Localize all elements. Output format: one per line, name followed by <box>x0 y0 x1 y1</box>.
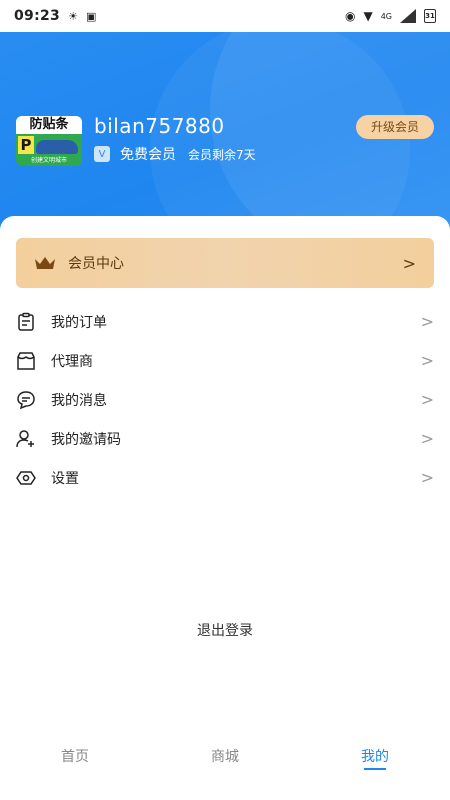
menu-item-label: 我的消息 <box>51 392 107 409</box>
battery-icon: 31 <box>424 9 436 23</box>
status-bar: 09:23 ☀ ▣ ◉ ▼ 4G 31 <box>0 0 450 32</box>
membership-row: V 免费会员 会员剩余7天 <box>94 144 256 164</box>
shop-icon <box>17 351 35 370</box>
tab-mine[interactable]: 我的 <box>300 740 450 800</box>
chevron-right-icon: > <box>420 351 434 370</box>
chevron-right-icon: > <box>420 429 434 448</box>
avatar-title: 防贴条 <box>16 116 82 134</box>
member-badge-icon: V <box>94 146 110 162</box>
network-label: 4G <box>380 11 392 21</box>
menu-item-label: 代理商 <box>51 353 93 370</box>
avatar-parking-letter: P <box>18 136 34 154</box>
crown-icon <box>35 257 55 269</box>
upgrade-membership-button[interactable]: 升级会员 <box>356 115 434 139</box>
avatar[interactable]: 防贴条 P 创建文明城市 <box>16 116 82 166</box>
vip-center-button[interactable]: 会员中心 > <box>16 238 434 288</box>
status-time: 09:23 <box>14 8 61 24</box>
car-icon <box>36 140 78 154</box>
image-icon: ▣ <box>85 9 97 23</box>
membership-level: 免费会员 <box>120 147 176 163</box>
eye-settings-icon <box>16 470 36 485</box>
chevron-right-icon: > <box>420 312 434 331</box>
menu-item-label: 设置 <box>51 470 79 487</box>
menu-item-label: 我的邀请码 <box>51 431 121 448</box>
user-add-icon <box>16 429 34 447</box>
membership-remaining: 会员剩余7天 <box>188 147 256 162</box>
bottom-tab-bar: 首页 商城 我的 <box>0 740 450 800</box>
chat-bubble-icon <box>17 390 35 409</box>
chevron-right-icon: > <box>420 468 434 487</box>
vip-center-label: 会员中心 <box>68 256 124 272</box>
clipboard-icon <box>18 312 34 331</box>
avatar-caption: 创建文明城市 <box>30 157 67 164</box>
menu-item-agent[interactable]: 代理商 > <box>16 341 434 380</box>
username: bilan757880 <box>94 114 225 138</box>
tab-mall[interactable]: 商城 <box>150 740 300 800</box>
menu-item-settings[interactable]: 设置 > <box>16 458 434 497</box>
chevron-right-icon: > <box>420 390 434 409</box>
logout-button[interactable]: 退出登录 <box>0 620 450 640</box>
wifi-icon: ▼ <box>363 9 373 23</box>
chevron-right-icon: > <box>402 253 416 273</box>
menu-item-label: 我的订单 <box>51 314 107 331</box>
notification-icon: ☀ <box>68 9 78 23</box>
signal-icon <box>400 9 416 23</box>
menu-item-messages[interactable]: 我的消息 > <box>16 380 434 419</box>
menu-item-orders[interactable]: 我的订单 > <box>16 302 434 341</box>
tab-home[interactable]: 首页 <box>0 740 150 800</box>
location-icon: ◉ <box>344 9 356 23</box>
menu-item-invite-code[interactable]: 我的邀请码 > <box>16 419 434 458</box>
settings-menu: 我的订单 > 代理商 > 我的消息 > 我的邀请码 > 设置 > <box>16 302 434 497</box>
